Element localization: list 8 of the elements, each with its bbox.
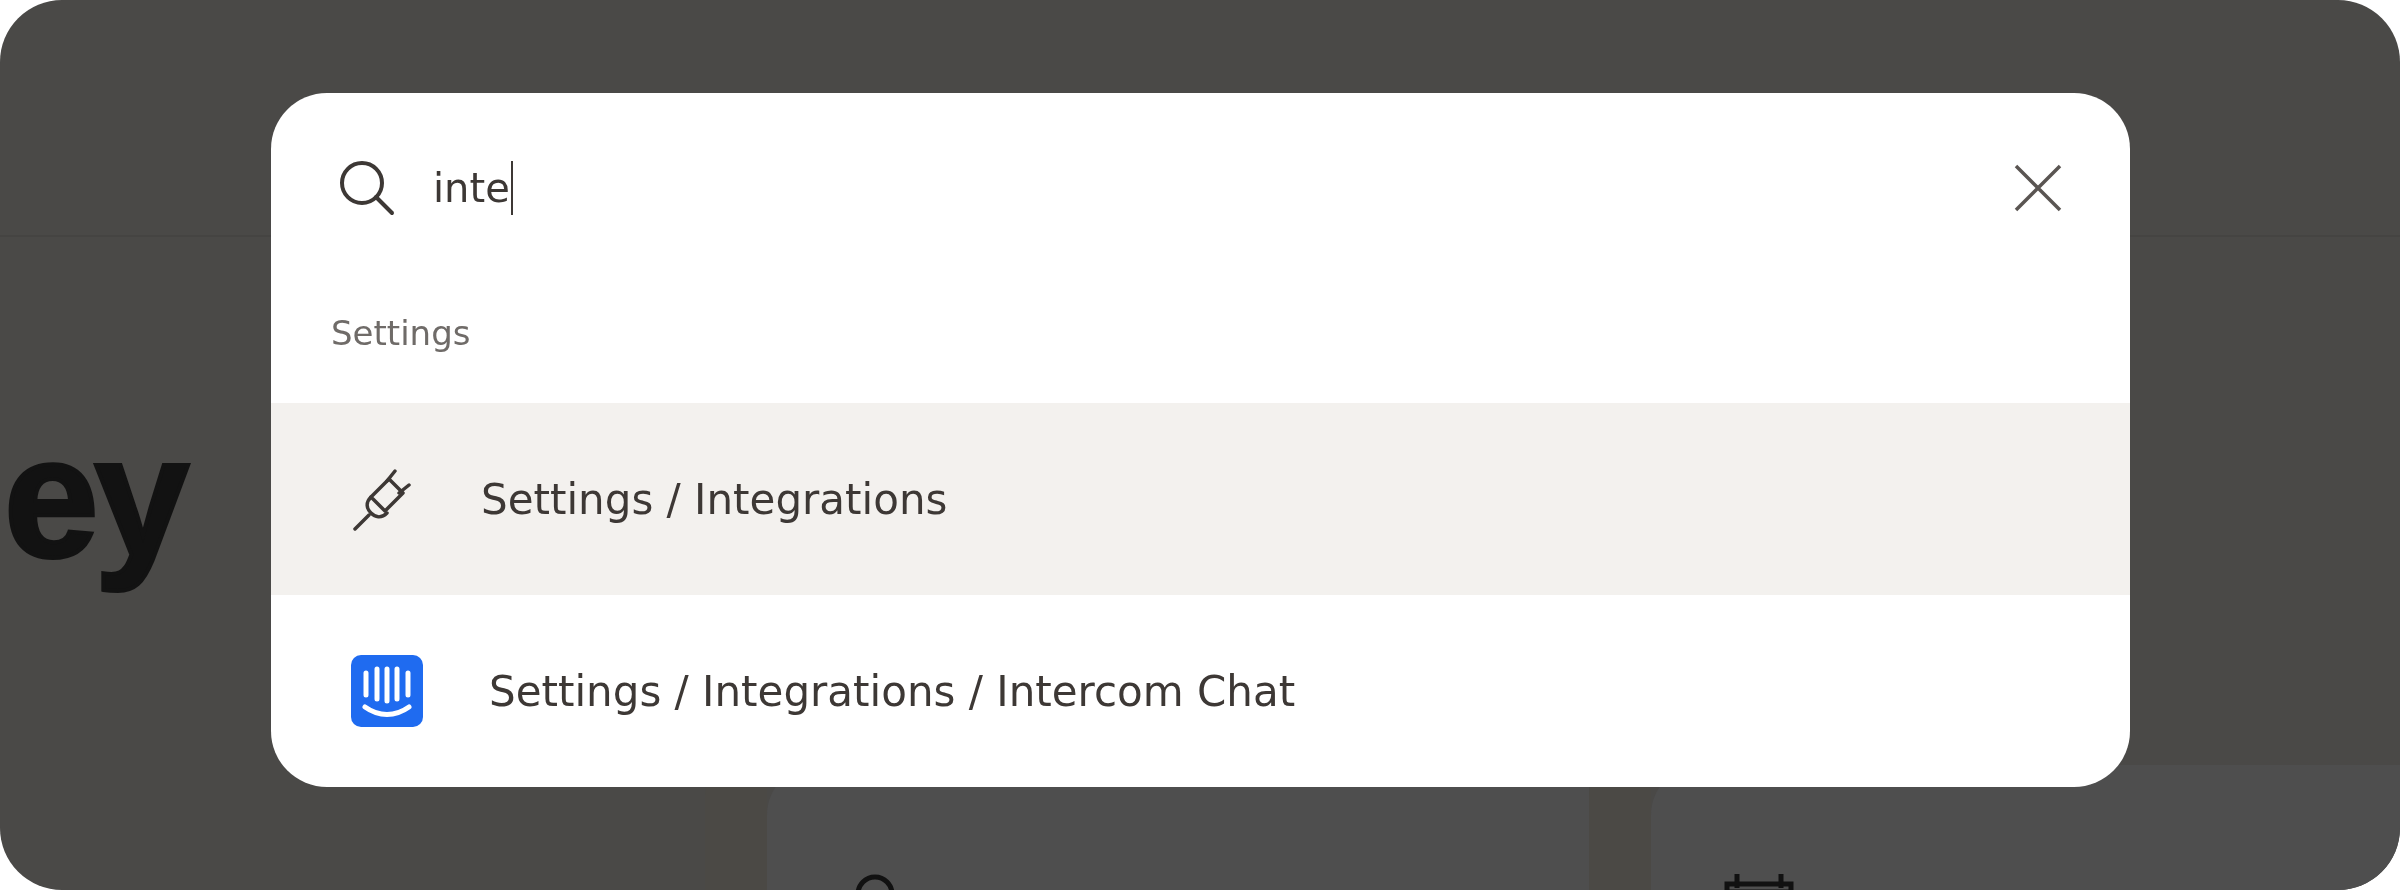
- search-field[interactable]: inte: [433, 161, 513, 215]
- page-heading: ey: [4, 402, 186, 592]
- close-icon[interactable]: [2014, 164, 2062, 212]
- result-item[interactable]: Settings / Integrations: [271, 403, 2130, 595]
- chat-app-icon: [351, 655, 423, 727]
- search-icon: [337, 158, 397, 218]
- result-item[interactable]: Settings / Integrations / Intercom Chat: [271, 595, 2130, 787]
- section-label: Settings: [330, 312, 472, 355]
